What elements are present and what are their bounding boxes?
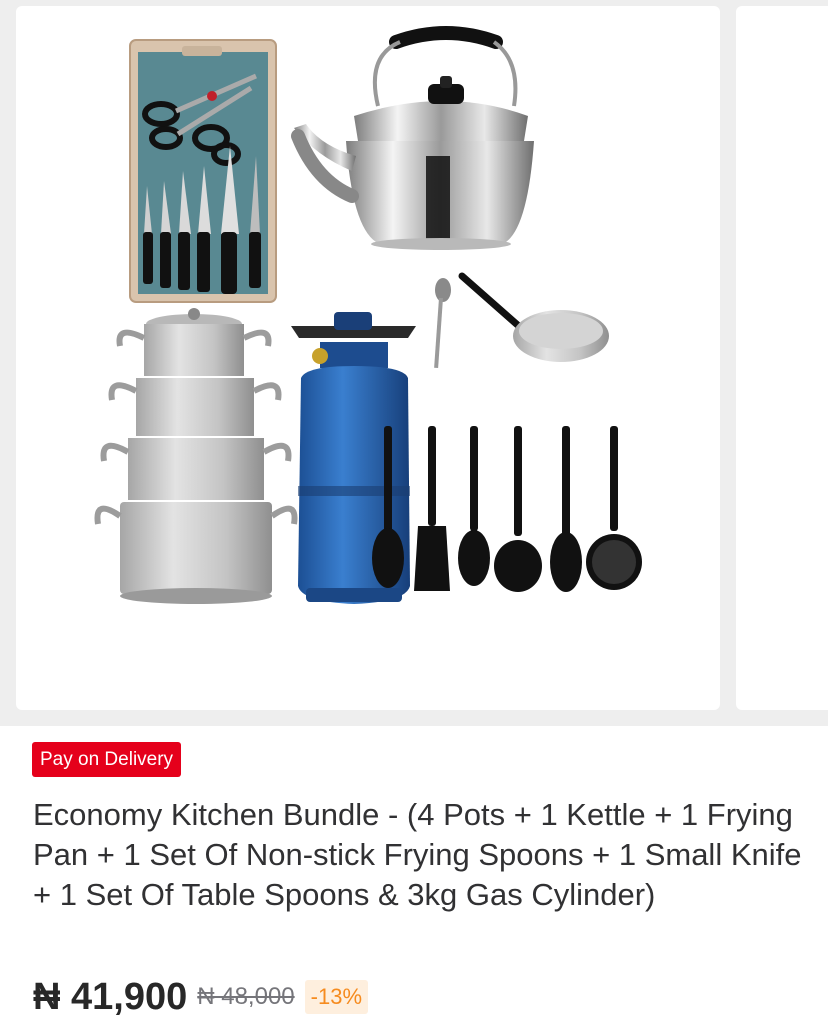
discount-badge: -13% xyxy=(304,980,368,1014)
current-price: ₦ 41,900 xyxy=(33,975,188,1018)
table-spoon-icon xyxy=(434,278,451,368)
kettle-icon xyxy=(291,26,534,250)
pay-on-delivery-badge: Pay on Delivery xyxy=(32,742,182,777)
price-row: ₦ 41,900 ₦ 48,000 -13% xyxy=(33,975,368,1019)
next-image-card[interactable] xyxy=(736,6,828,710)
product-image xyxy=(94,26,642,604)
old-price: ₦ 48,000 xyxy=(197,983,295,1010)
image-gallery[interactable] xyxy=(0,0,828,726)
spoon-set-icon xyxy=(372,426,642,592)
knife-set-icon xyxy=(129,39,277,303)
frying-pan-icon xyxy=(458,272,609,362)
product-title: Economy Kitchen Bundle - (4 Pots + 1 Ket… xyxy=(33,797,802,912)
pot-set-icon xyxy=(94,308,298,604)
product-image-card[interactable] xyxy=(16,6,720,710)
